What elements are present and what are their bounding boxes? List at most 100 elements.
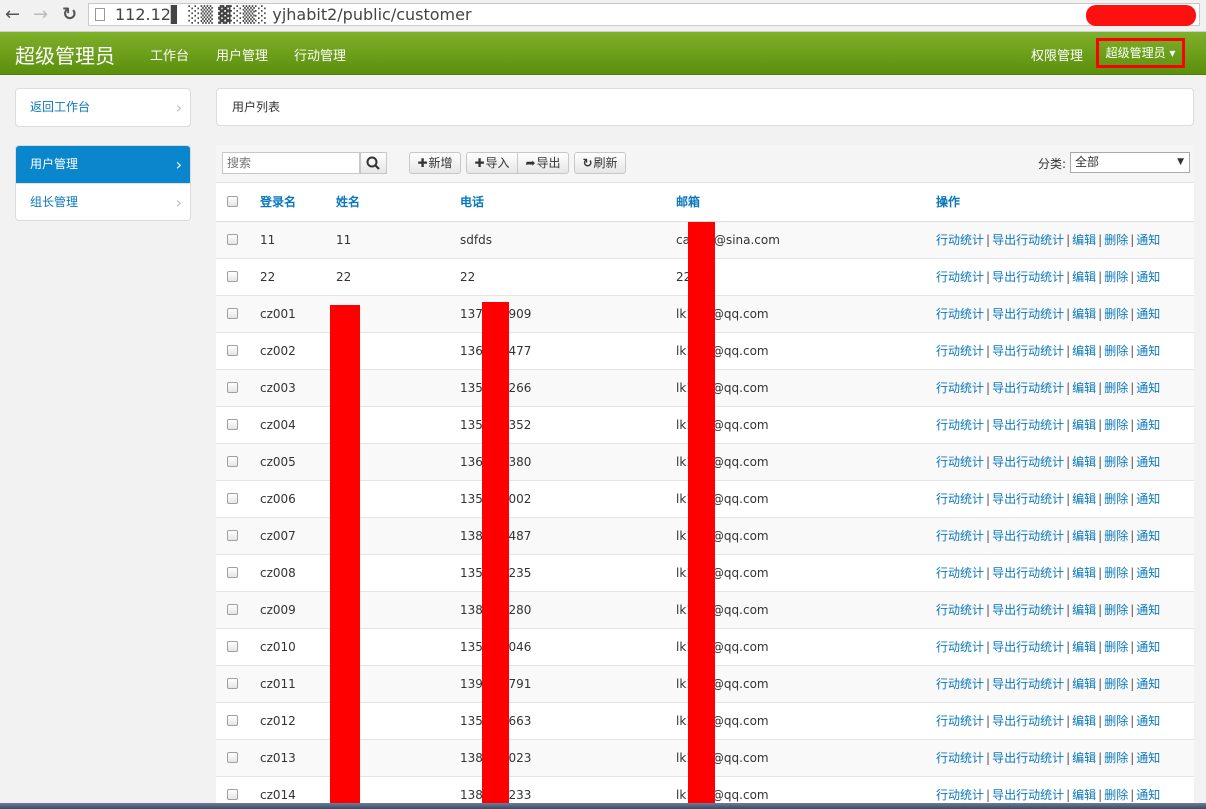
row-checkbox[interactable] (227, 419, 238, 430)
action-stats-link[interactable]: 行动统计 (936, 381, 984, 395)
notify-link[interactable]: 通知 (1136, 344, 1160, 358)
delete-link[interactable]: 删除 (1104, 603, 1128, 617)
delete-link[interactable]: 删除 (1104, 381, 1128, 395)
row-checkbox[interactable] (227, 789, 238, 800)
delete-link[interactable]: 删除 (1104, 344, 1128, 358)
action-export-stats-link[interactable]: 导出行动统计 (992, 381, 1064, 395)
edit-link[interactable]: 编辑 (1072, 418, 1096, 432)
action-stats-link[interactable]: 行动统计 (936, 492, 984, 506)
notify-link[interactable]: 通知 (1136, 418, 1160, 432)
action-stats-link[interactable]: 行动统计 (936, 455, 984, 469)
delete-link[interactable]: 删除 (1104, 492, 1128, 506)
action-export-stats-link[interactable]: 导出行动统计 (992, 455, 1064, 469)
notify-link[interactable]: 通知 (1136, 492, 1160, 506)
edit-link[interactable]: 编辑 (1072, 381, 1096, 395)
column-header-name[interactable]: 姓名 (336, 183, 360, 221)
action-export-stats-link[interactable]: 导出行动统计 (992, 788, 1064, 802)
edit-link[interactable]: 编辑 (1072, 344, 1096, 358)
action-export-stats-link[interactable]: 导出行动统计 (992, 529, 1064, 543)
sidebar-item-users[interactable]: 用户管理 › (16, 146, 190, 183)
delete-link[interactable]: 删除 (1104, 714, 1128, 728)
action-stats-link[interactable]: 行动统计 (936, 677, 984, 691)
notify-link[interactable]: 通知 (1136, 529, 1160, 543)
search-button[interactable] (360, 152, 387, 174)
action-export-stats-link[interactable]: 导出行动统计 (992, 492, 1064, 506)
action-stats-link[interactable]: 行动统计 (936, 603, 984, 617)
row-checkbox[interactable] (227, 234, 238, 245)
nav-workbench[interactable]: 工作台 (150, 45, 189, 64)
notify-link[interactable]: 通知 (1136, 640, 1160, 654)
edit-link[interactable]: 编辑 (1072, 529, 1096, 543)
action-export-stats-link[interactable]: 导出行动统计 (992, 566, 1064, 580)
row-checkbox[interactable] (227, 715, 238, 726)
row-checkbox[interactable] (227, 345, 238, 356)
edit-link[interactable]: 编辑 (1072, 566, 1096, 580)
action-export-stats-link[interactable]: 导出行动统计 (992, 603, 1064, 617)
row-checkbox[interactable] (227, 271, 238, 282)
forward-arrow-icon[interactable]: → (33, 4, 48, 26)
action-export-stats-link[interactable]: 导出行动统计 (992, 270, 1064, 284)
edit-link[interactable]: 编辑 (1072, 640, 1096, 654)
action-stats-link[interactable]: 行动统计 (936, 640, 984, 654)
row-checkbox[interactable] (227, 604, 238, 615)
notify-link[interactable]: 通知 (1136, 233, 1160, 247)
action-stats-link[interactable]: 行动统计 (936, 233, 984, 247)
row-checkbox[interactable] (227, 456, 238, 467)
notify-link[interactable]: 通知 (1136, 603, 1160, 617)
brand-title[interactable]: 超级管理员 (15, 40, 115, 69)
select-all-checkbox[interactable] (227, 196, 238, 207)
category-select[interactable]: 全部 ▼ (1070, 152, 1190, 173)
row-checkbox[interactable] (227, 493, 238, 504)
action-export-stats-link[interactable]: 导出行动统计 (992, 677, 1064, 691)
action-stats-link[interactable]: 行动统计 (936, 307, 984, 321)
notify-link[interactable]: 通知 (1136, 714, 1160, 728)
notify-link[interactable]: 通知 (1136, 566, 1160, 580)
delete-link[interactable]: 删除 (1104, 418, 1128, 432)
row-checkbox[interactable] (227, 308, 238, 319)
add-button[interactable]: ✚新增 (409, 152, 461, 174)
export-button[interactable]: ➦导出 (517, 152, 569, 174)
delete-link[interactable]: 删除 (1104, 788, 1128, 802)
row-checkbox[interactable] (227, 567, 238, 578)
action-export-stats-link[interactable]: 导出行动统计 (992, 418, 1064, 432)
edit-link[interactable]: 编辑 (1072, 233, 1096, 247)
notify-link[interactable]: 通知 (1136, 381, 1160, 395)
delete-link[interactable]: 删除 (1104, 307, 1128, 321)
notify-link[interactable]: 通知 (1136, 455, 1160, 469)
refresh-button[interactable]: ↻刷新 (574, 152, 626, 174)
edit-link[interactable]: 编辑 (1072, 270, 1096, 284)
edit-link[interactable]: 编辑 (1072, 603, 1096, 617)
action-stats-link[interactable]: 行动统计 (936, 529, 984, 543)
nav-permissions[interactable]: 权限管理 (1031, 45, 1083, 64)
import-button[interactable]: ✚导入 (466, 152, 518, 174)
column-header-phone[interactable]: 电话 (460, 183, 484, 221)
search-input[interactable] (222, 152, 360, 174)
edit-link[interactable]: 编辑 (1072, 492, 1096, 506)
row-checkbox[interactable] (227, 752, 238, 763)
admin-dropdown[interactable]: 超级管理员 ▾ (1096, 38, 1185, 68)
edit-link[interactable]: 编辑 (1072, 455, 1096, 469)
back-arrow-icon[interactable]: ← (5, 4, 20, 26)
action-stats-link[interactable]: 行动统计 (936, 418, 984, 432)
action-export-stats-link[interactable]: 导出行动统计 (992, 233, 1064, 247)
sidebar-item-team-leaders[interactable]: 组长管理 › (16, 183, 190, 220)
reload-icon[interactable]: ↻ (62, 4, 77, 26)
sidebar-item-back-to-workbench[interactable]: 返回工作台 › (16, 89, 190, 126)
action-export-stats-link[interactable]: 导出行动统计 (992, 714, 1064, 728)
action-export-stats-link[interactable]: 导出行动统计 (992, 344, 1064, 358)
nav-action-management[interactable]: 行动管理 (294, 45, 346, 64)
delete-link[interactable]: 删除 (1104, 233, 1128, 247)
delete-link[interactable]: 删除 (1104, 270, 1128, 284)
action-stats-link[interactable]: 行动统计 (936, 714, 984, 728)
delete-link[interactable]: 删除 (1104, 677, 1128, 691)
action-export-stats-link[interactable]: 导出行动统计 (992, 307, 1064, 321)
row-checkbox[interactable] (227, 382, 238, 393)
action-export-stats-link[interactable]: 导出行动统计 (992, 640, 1064, 654)
action-stats-link[interactable]: 行动统计 (936, 751, 984, 765)
row-checkbox[interactable] (227, 641, 238, 652)
row-checkbox[interactable] (227, 530, 238, 541)
notify-link[interactable]: 通知 (1136, 788, 1160, 802)
edit-link[interactable]: 编辑 (1072, 788, 1096, 802)
address-url[interactable]: 112.12▌ ░▒ ▓░▒░ yjhabit2/public/customer (115, 5, 472, 25)
delete-link[interactable]: 删除 (1104, 751, 1128, 765)
